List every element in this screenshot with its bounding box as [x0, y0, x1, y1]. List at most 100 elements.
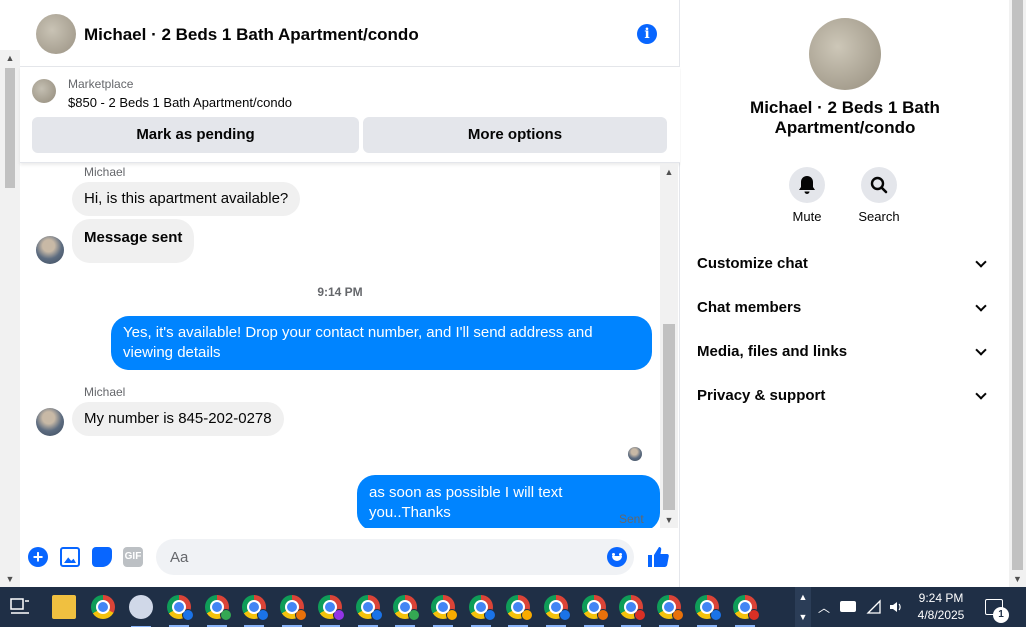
scroll-down-arrow-icon[interactable]: ▼ — [1009, 573, 1026, 585]
chrome-profile-icon[interactable] — [242, 595, 270, 627]
snipping-tool-icon[interactable] — [129, 595, 153, 627]
section-chat-members[interactable]: Chat members — [697, 288, 993, 328]
message-sender: Michael — [84, 385, 126, 399]
marketplace-listing-card: Marketplace $850 - 2 Beds 1 Bath Apartme… — [20, 67, 680, 163]
section-customize-chat[interactable]: Customize chat — [697, 244, 993, 284]
photo-icon[interactable] — [60, 547, 80, 567]
clock-time[interactable]: 9:24 PM — [912, 591, 970, 605]
message-composer: + GIF — [20, 535, 680, 579]
search-icon[interactable] — [861, 167, 897, 203]
page-scrollbar-left[interactable]: ▲ ▼ — [0, 50, 20, 587]
chevron-down-icon — [975, 344, 987, 356]
chevron-down-icon — [975, 256, 987, 268]
emoji-icon[interactable] — [607, 547, 627, 567]
task-view-icon[interactable] — [10, 598, 30, 616]
chrome-profile-icon[interactable] — [317, 595, 345, 627]
windows-taskbar: ▲ ▼ ︿ 9:24 PM 4/8/2025 1 — [0, 587, 1026, 627]
chrome-icon[interactable] — [91, 595, 115, 619]
sender-avatar[interactable] — [36, 236, 64, 264]
timestamp-separator: 9:14 PM — [317, 285, 363, 299]
mute-label: Mute — [792, 209, 822, 224]
scroll-up-arrow-icon[interactable]: ▲ — [660, 166, 678, 178]
chat-header: Michael · 2 Beds 1 Bath Apartment/condo … — [20, 0, 680, 67]
message-sender: Michael — [84, 165, 126, 179]
profile-badge-icon — [634, 609, 647, 621]
chat-title[interactable]: Michael · 2 Beds 1 Bath Apartment/condo — [84, 25, 419, 45]
profile-badge-icon — [370, 609, 383, 621]
sender-avatar[interactable] — [36, 408, 64, 436]
scrollbar-thumb[interactable] — [1012, 0, 1023, 570]
profile-badge-icon — [672, 609, 685, 621]
message-list-scrollbar[interactable]: ▲ ▼ — [660, 164, 678, 528]
mute-button[interactable]: Mute — [777, 167, 837, 224]
show-hidden-icons-icon[interactable]: ︿ — [818, 599, 830, 616]
chrome-profile-icon[interactable] — [430, 595, 458, 627]
taskbar-scroll[interactable]: ▲ ▼ — [795, 587, 811, 627]
chevron-down-icon — [975, 300, 987, 312]
section-label: Media, files and links — [697, 343, 848, 360]
wifi-icon[interactable] — [866, 599, 882, 615]
chrome-profile-icon[interactable] — [468, 595, 496, 627]
message-bubble-outgoing[interactable]: as soon as possible I will text you..Tha… — [357, 475, 660, 528]
volume-icon[interactable] — [888, 599, 904, 615]
chrome-profile-icon[interactable] — [355, 595, 383, 627]
conversation-details-panel: Michael · 2 Beds 1 Bath Apartment/condo … — [681, 0, 1009, 587]
chrome-profile-icon[interactable] — [204, 595, 232, 627]
chrome-profile-icon[interactable] — [544, 595, 571, 627]
section-label: Chat members — [697, 299, 802, 316]
page-scrollbar-right[interactable]: ▼ — [1009, 0, 1026, 587]
like-icon[interactable] — [646, 545, 670, 569]
chrome-profile-icon[interactable] — [581, 595, 609, 627]
chevron-up-icon[interactable]: ▲ — [795, 587, 811, 607]
message-bubble-incoming[interactable]: Message sent — [72, 219, 195, 263]
conversation-avatar[interactable] — [36, 14, 76, 54]
messenger-window: ▲ ▼ Michael · 2 Beds 1 Bath Apartment/co… — [0, 0, 1026, 627]
plus-icon[interactable]: + — [28, 547, 48, 567]
scrollbar-thumb[interactable] — [663, 324, 675, 510]
mark-as-pending-button[interactable]: Mark as pending — [32, 117, 359, 153]
section-privacy-support[interactable]: Privacy & support — [697, 376, 993, 416]
section-label: Customize chat — [697, 255, 808, 272]
scroll-down-arrow-icon[interactable]: ▼ — [0, 573, 20, 585]
chrome-profile-icon[interactable] — [619, 595, 647, 627]
section-label: Privacy & support — [697, 387, 826, 404]
profile-badge-icon — [559, 609, 571, 621]
gif-icon[interactable]: GIF — [123, 547, 143, 567]
battery-icon[interactable] — [840, 601, 856, 612]
profile-avatar[interactable] — [809, 18, 881, 90]
listing-thumbnail[interactable] — [32, 79, 56, 103]
profile-badge-icon — [747, 609, 760, 621]
sticker-icon[interactable] — [92, 547, 112, 567]
chrome-profile-icon[interactable] — [506, 595, 534, 627]
message-bubble-incoming[interactable]: Hi, is this apartment available? — [72, 182, 301, 216]
chrome-profile-icon[interactable] — [280, 595, 308, 627]
profile-badge-icon — [408, 609, 421, 621]
scroll-up-arrow-icon[interactable]: ▲ — [0, 52, 20, 64]
scrollbar-thumb[interactable] — [5, 68, 15, 188]
chrome-profile-icon[interactable] — [694, 595, 722, 627]
message-input[interactable] — [156, 539, 634, 575]
profile-badge-icon — [596, 609, 609, 621]
notification-count-badge: 1 — [993, 607, 1009, 623]
search-label: Search — [858, 209, 900, 224]
chrome-profile-icon[interactable] — [167, 595, 194, 627]
search-button[interactable]: Search — [849, 167, 909, 224]
bell-icon[interactable] — [789, 167, 825, 203]
profile-badge-icon — [182, 609, 194, 621]
message-bubble-outgoing[interactable]: Yes, it's available! Drop your contact n… — [111, 316, 652, 370]
scroll-down-arrow-icon[interactable]: ▼ — [660, 514, 678, 526]
profile-badge-icon — [219, 609, 232, 621]
message-bubble-incoming[interactable]: My number is 845-202-0278 — [72, 402, 284, 436]
listing-summary[interactable]: $850 - 2 Beds 1 Bath Apartment/condo — [68, 95, 292, 110]
chat-panel: Michael · 2 Beds 1 Bath Apartment/condo … — [20, 0, 680, 587]
info-icon[interactable]: i — [637, 24, 657, 44]
message-list: Michael Hi, is this apartment available?… — [20, 164, 660, 528]
chrome-profile-icon[interactable] — [732, 595, 760, 627]
more-options-button[interactable]: More options — [363, 117, 667, 153]
section-media-files-links[interactable]: Media, files and links — [697, 332, 993, 372]
file-explorer-icon[interactable] — [52, 595, 76, 619]
clock-date[interactable]: 4/8/2025 — [912, 608, 970, 622]
chrome-profile-icon[interactable] — [393, 595, 421, 627]
chevron-down-icon[interactable]: ▼ — [795, 607, 811, 627]
chrome-profile-icon[interactable] — [657, 595, 685, 627]
